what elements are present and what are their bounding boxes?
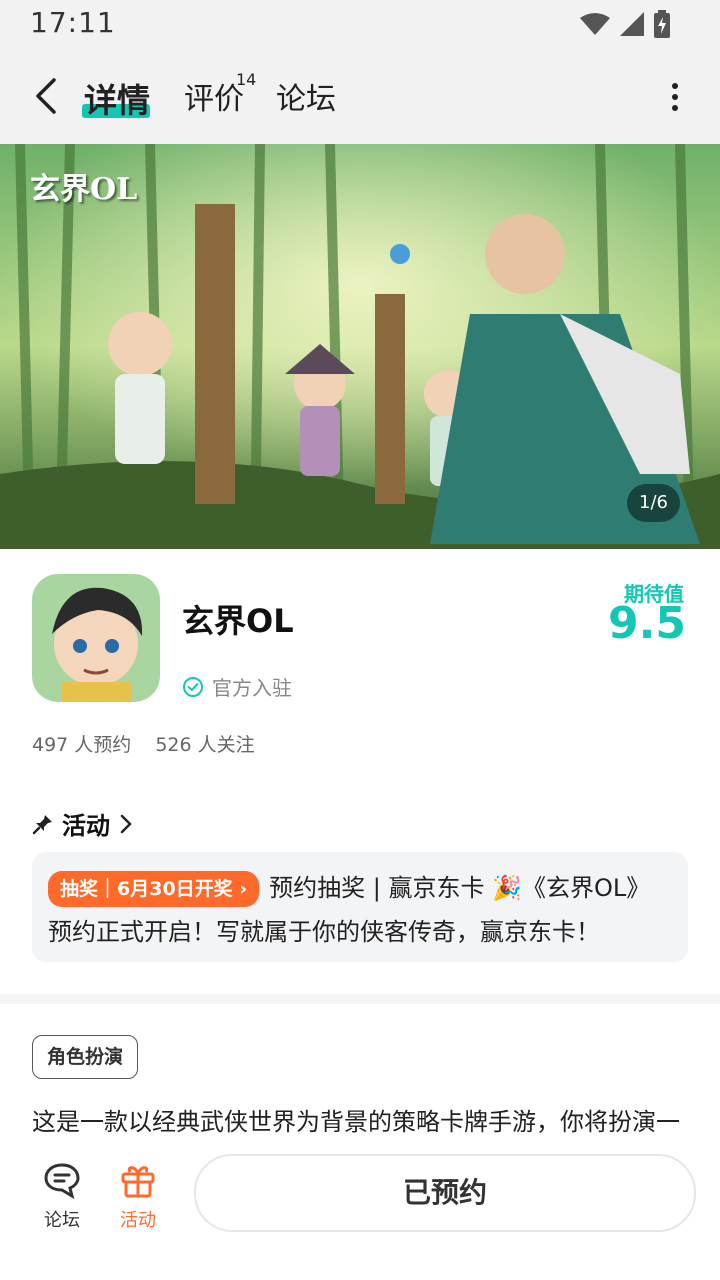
signal-icon (620, 12, 644, 36)
screenshot-carousel[interactable]: 玄界OL 1/6 (0, 144, 720, 549)
official-label: 官方入驻 (212, 676, 292, 700)
bottom-activity-label: 活动 (120, 1210, 156, 1231)
status-time: 17:11 (30, 6, 116, 39)
reservation-count: 497 人预约 (32, 734, 132, 756)
activity-heading: 活动 (62, 812, 110, 840)
wifi-icon (580, 13, 610, 35)
bottom-activity-button[interactable]: 活动 (108, 1160, 168, 1232)
expect-score: 9.5 (608, 598, 686, 649)
nav-bar: 详情 评价 14 论坛 (0, 48, 720, 144)
banner-game-logo: 玄界OL (30, 172, 138, 207)
reserved-button[interactable]: 已预约 (194, 1154, 696, 1232)
battery-icon (654, 10, 670, 38)
status-bar: 17:11 (0, 0, 720, 48)
official-badge: 官方入驻 (182, 672, 292, 701)
bottom-forum-button[interactable]: 论坛 (32, 1160, 92, 1232)
status-icons (580, 10, 670, 38)
game-description: 这是一款以经典武侠世界为背景的策略卡牌手游，你将扮演一 (32, 1108, 680, 1136)
verified-check-icon (183, 676, 203, 697)
app-icon (32, 574, 160, 702)
chevron-right-icon (120, 814, 132, 833)
bottom-forum-label: 论坛 (44, 1210, 80, 1231)
app-stats: 497 人预约 526 人关注 (32, 730, 255, 757)
pin-icon (32, 814, 52, 834)
review-count-badge: 14 (236, 70, 257, 89)
activity-card[interactable]: 抽奖｜6月30日开奖 › 预约抽奖 | 赢京东卡 🎉《玄界OL》预约正式开启！写就… (32, 852, 688, 962)
bottom-action-bar: 论坛 活动 已预约 (0, 1142, 720, 1280)
genre-tag[interactable]: 角色扮演 (32, 1035, 139, 1079)
tab-forum[interactable]: 论坛 (276, 74, 336, 118)
follower-count: 526 人关注 (155, 734, 255, 756)
lottery-tag[interactable]: 抽奖｜6月30日开奖 › (48, 871, 260, 907)
activity-section-header[interactable]: 活动 (32, 806, 134, 841)
forum-chat-icon (44, 1163, 80, 1200)
tab-detail[interactable]: 详情 (84, 74, 150, 122)
section-divider (0, 994, 720, 1004)
back-arrow-icon[interactable] (30, 76, 66, 116)
more-options-icon[interactable] (670, 82, 680, 112)
app-name: 玄界OL (182, 602, 294, 640)
gift-icon (121, 1166, 155, 1198)
carousel-page-counter: 1/6 (627, 484, 680, 522)
tab-review[interactable]: 评价 (184, 74, 244, 118)
